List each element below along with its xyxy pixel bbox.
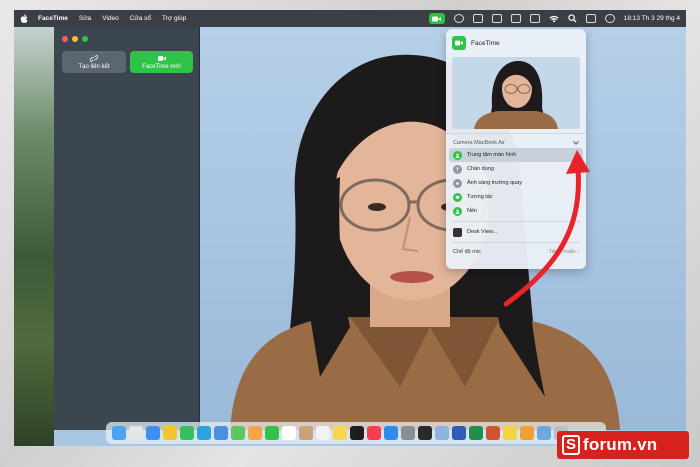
pages-icon[interactable] — [520, 426, 534, 440]
link-icon — [90, 54, 98, 62]
appletv-icon[interactable] — [350, 426, 364, 440]
menu-divider — [452, 242, 580, 243]
menu-item-label: Tương tác — [467, 194, 493, 200]
music-icon[interactable] — [367, 426, 381, 440]
facetime-icon[interactable] — [265, 426, 279, 440]
create-link-button[interactable]: Tạo liên kết — [62, 51, 126, 73]
search-icon[interactable] — [568, 14, 577, 23]
mic-mode-value-text: Tiêu chuẩn — [548, 249, 576, 255]
powerpoint-icon[interactable] — [486, 426, 500, 440]
control-center-icon[interactable] — [585, 14, 596, 23]
preview-icon[interactable] — [435, 426, 449, 440]
settings-icon[interactable] — [401, 426, 415, 440]
stickies-icon[interactable] — [503, 426, 517, 440]
terminal-icon[interactable] — [418, 426, 432, 440]
wifi-icon[interactable] — [549, 15, 559, 23]
menu-video[interactable]: Video — [102, 15, 119, 22]
camera-name: Camera MacBook Air — [453, 140, 505, 146]
apple-icon[interactable] — [20, 14, 28, 23]
facetime-app-icon — [452, 36, 466, 50]
studio-light-icon — [453, 178, 462, 188]
portrait-icon — [453, 164, 462, 174]
window-controls — [62, 36, 88, 42]
mail-icon[interactable] — [214, 426, 228, 440]
launchpad-icon[interactable] — [129, 426, 143, 440]
new-facetime-button[interactable]: FaceTime mới — [130, 51, 193, 73]
menu-edit[interactable]: Sửa — [79, 15, 91, 22]
siri-icon[interactable] — [604, 14, 615, 23]
appstore-icon[interactable] — [384, 426, 398, 440]
contacts-icon[interactable] — [299, 426, 313, 440]
messages-icon[interactable] — [180, 426, 194, 440]
background-icon — [453, 206, 462, 216]
sforum-logo: S — [562, 435, 580, 455]
menu-item-portrait[interactable]: Chân dung — [449, 162, 583, 176]
close-window-button[interactable] — [62, 36, 68, 42]
menu-item-label: Desk View... — [467, 229, 498, 235]
menu-item-label: Trung tâm màn hình — [467, 152, 517, 158]
menu-item-background[interactable]: Nền — [449, 204, 583, 218]
reminders-icon[interactable] — [316, 426, 330, 440]
menu-window[interactable]: Cửa sổ — [130, 15, 151, 22]
menu-clock[interactable]: 18:13 Th 3 29 thg 4 — [624, 15, 680, 22]
battery-icon[interactable] — [529, 14, 540, 23]
new-facetime-label: FaceTime mới — [142, 63, 181, 70]
calendar-icon[interactable] — [282, 426, 296, 440]
menu-item-label: Nền — [467, 208, 478, 214]
mic-mode-value: Tiêu chuẩn › — [548, 249, 579, 255]
excel-icon[interactable] — [469, 426, 483, 440]
sforum-name: forum.vn — [583, 435, 658, 454]
chrome-icon[interactable] — [163, 426, 177, 440]
person-icon — [453, 150, 462, 160]
screen-record-icon[interactable] — [453, 14, 464, 23]
menu-item-center-stage[interactable]: Trung tâm màn hình — [449, 148, 583, 162]
keyboard-icon[interactable] — [510, 14, 521, 23]
telegram-icon[interactable] — [197, 426, 211, 440]
mic-mode-label: Chế độ mic — [453, 249, 481, 255]
menu-title: FaceTime — [471, 39, 500, 47]
safari-icon[interactable] — [146, 426, 160, 440]
notes-icon[interactable] — [333, 426, 347, 440]
extension-icon[interactable] — [472, 14, 483, 23]
photos-icon[interactable] — [248, 426, 262, 440]
downloads-icon[interactable] — [537, 426, 551, 440]
camera-effects-menu: FaceTime Camera MacBook Air Trung tâm mà… — [446, 29, 586, 269]
menu-item-studio-light[interactable]: Ánh sáng trường quay — [449, 176, 583, 190]
minimize-window-button[interactable] — [72, 36, 78, 42]
chevron-down-icon — [573, 141, 579, 145]
menu-divider — [452, 221, 580, 222]
menu-app-name[interactable]: FaceTime — [38, 15, 68, 22]
sforum-watermark: S forum.vn — [557, 431, 689, 459]
menu-item-desk-view[interactable]: Desk View... — [449, 225, 583, 239]
facetime-sidebar: Tạo liên kết FaceTime mới — [54, 27, 200, 430]
camera-preview — [200, 27, 686, 430]
camera-section-header[interactable]: Camera MacBook Air — [446, 133, 586, 148]
zoom-window-button[interactable] — [82, 36, 88, 42]
menu-item-label: Ánh sáng trường quay — [467, 180, 522, 186]
finder-icon[interactable] — [112, 426, 126, 440]
menu-item-label: Chân dung — [467, 166, 494, 172]
display-icon[interactable] — [491, 14, 502, 23]
facetime-status-icon[interactable] — [428, 13, 445, 24]
mac-screen: FaceTime Sửa Video Cửa sổ Trợ giúp 18:13… — [14, 10, 686, 446]
video-camera-icon — [157, 55, 166, 61]
desktop-wallpaper — [14, 27, 54, 446]
menu-help[interactable]: Trợ giúp — [162, 15, 186, 22]
person-video — [230, 54, 620, 430]
maps-icon[interactable] — [231, 426, 245, 440]
camera-thumbnail — [452, 57, 580, 129]
mic-mode-row[interactable]: Chế độ mic Tiêu chuẩn › — [446, 246, 586, 255]
desk-view-icon — [453, 227, 462, 237]
menu-bar: FaceTime Sửa Video Cửa sổ Trợ giúp 18:13… — [14, 10, 686, 27]
reactions-icon — [453, 192, 462, 202]
menu-header: FaceTime — [446, 29, 586, 53]
menu-item-reactions[interactable]: Tương tác — [449, 190, 583, 204]
create-link-label: Tạo liên kết — [78, 63, 110, 70]
dock — [106, 422, 606, 444]
word-icon[interactable] — [452, 426, 466, 440]
